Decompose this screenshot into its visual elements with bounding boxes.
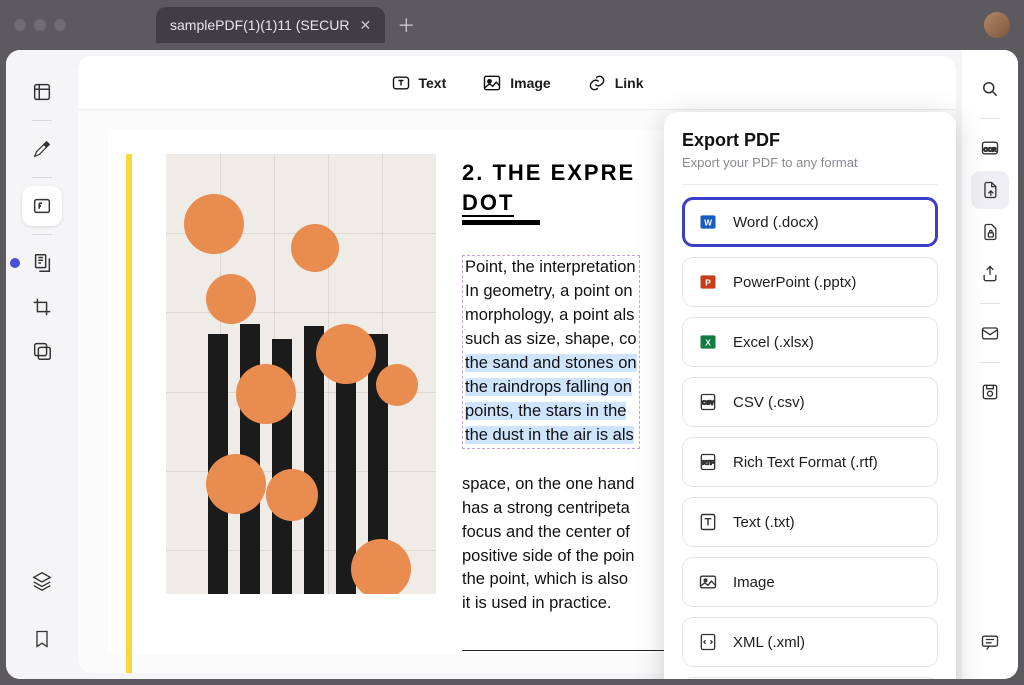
- export-format-label: Image: [733, 574, 775, 591]
- insert-link-button[interactable]: Link: [587, 73, 644, 93]
- ocr-button[interactable]: OCR: [971, 129, 1009, 167]
- insert-text-button[interactable]: Text: [391, 73, 447, 93]
- share-button[interactable]: [971, 255, 1009, 293]
- document-image: [166, 154, 436, 594]
- export-format-label: PowerPoint (.pptx): [733, 274, 856, 291]
- tab-title: samplePDF(1)(1)11 (SECUR: [170, 17, 349, 33]
- minimize-window-button[interactable]: [34, 19, 46, 31]
- bookmarks-button[interactable]: [22, 619, 62, 659]
- text-icon: [697, 511, 719, 533]
- rtf-icon: RTF: [697, 451, 719, 473]
- export-format-label: Excel (.xlsx): [733, 334, 814, 351]
- export-format-xml[interactable]: XML (.xml): [682, 617, 938, 667]
- svg-text:RTF: RTF: [702, 461, 714, 467]
- powerpoint-icon: P: [697, 271, 719, 293]
- svg-text:X: X: [705, 337, 711, 347]
- export-panel-title: Export PDF: [682, 130, 938, 151]
- page-accent-bar: [126, 154, 132, 673]
- window-controls: [14, 19, 66, 31]
- sidebar-active-indicator: [10, 258, 20, 268]
- close-window-button[interactable]: [14, 19, 26, 31]
- thumbnails-button[interactable]: [22, 72, 62, 112]
- user-avatar[interactable]: [984, 12, 1010, 38]
- svg-text:CSV: CSV: [702, 401, 714, 407]
- export-format-label: XML (.xml): [733, 634, 805, 651]
- crop-button[interactable]: [22, 287, 62, 327]
- export-panel-subtitle: Export your PDF to any format: [682, 155, 938, 170]
- pages-button[interactable]: [22, 243, 62, 283]
- close-tab-button[interactable]: ✕: [359, 17, 371, 34]
- insert-image-label: Image: [510, 75, 550, 91]
- comments-button[interactable]: [971, 623, 1009, 661]
- titlebar: samplePDF(1)(1)11 (SECUR ✕ ＋: [0, 0, 1024, 50]
- search-button[interactable]: [971, 70, 1009, 108]
- export-format-word[interactable]: W Word (.docx): [682, 197, 938, 247]
- export-format-label: CSV (.csv): [733, 394, 805, 411]
- word-icon: W: [697, 211, 719, 233]
- save-button[interactable]: [971, 373, 1009, 411]
- insert-image-button[interactable]: Image: [482, 73, 550, 93]
- export-format-text[interactable]: Text (.txt): [682, 497, 938, 547]
- export-format-label: Word (.docx): [733, 214, 819, 231]
- svg-text:OCR: OCR: [984, 147, 998, 153]
- insert-text-label: Text: [419, 75, 447, 91]
- left-sidebar: [6, 50, 78, 679]
- layers-button[interactable]: [22, 561, 62, 601]
- insert-link-label: Link: [615, 75, 644, 91]
- export-format-powerpoint[interactable]: P PowerPoint (.pptx): [682, 257, 938, 307]
- image-icon: [697, 571, 719, 593]
- email-button[interactable]: [971, 314, 1009, 352]
- export-panel: Export PDF Export your PDF to any format…: [664, 112, 956, 679]
- xml-icon: [697, 631, 719, 653]
- highlighter-button[interactable]: [22, 129, 62, 169]
- right-sidebar: OCR: [962, 50, 1018, 679]
- maximize-window-button[interactable]: [54, 19, 66, 31]
- csv-icon: CSV: [697, 391, 719, 413]
- selected-text-block[interactable]: Point, the interpretation In geometry, a…: [462, 255, 640, 448]
- export-format-html[interactable]: HTML HTML (.htm): [682, 677, 938, 679]
- edit-text-button[interactable]: [22, 186, 62, 226]
- export-format-label: Text (.txt): [733, 514, 795, 531]
- export-format-rtf[interactable]: RTF Rich Text Format (.rtf): [682, 437, 938, 487]
- svg-text:P: P: [705, 277, 711, 287]
- svg-text:W: W: [704, 217, 712, 227]
- excel-icon: X: [697, 331, 719, 353]
- export-format-image[interactable]: Image: [682, 557, 938, 607]
- new-tab-button[interactable]: ＋: [397, 12, 415, 38]
- export-format-csv[interactable]: CSV CSV (.csv): [682, 377, 938, 427]
- document-tab[interactable]: samplePDF(1)(1)11 (SECUR ✕: [156, 7, 385, 43]
- export-button[interactable]: [971, 171, 1009, 209]
- export-format-label: Rich Text Format (.rtf): [733, 454, 878, 471]
- export-format-excel[interactable]: X Excel (.xlsx): [682, 317, 938, 367]
- watermark-button[interactable]: [22, 331, 62, 371]
- edit-toolbar: Text Image Link: [78, 56, 956, 110]
- protect-button[interactable]: [971, 213, 1009, 251]
